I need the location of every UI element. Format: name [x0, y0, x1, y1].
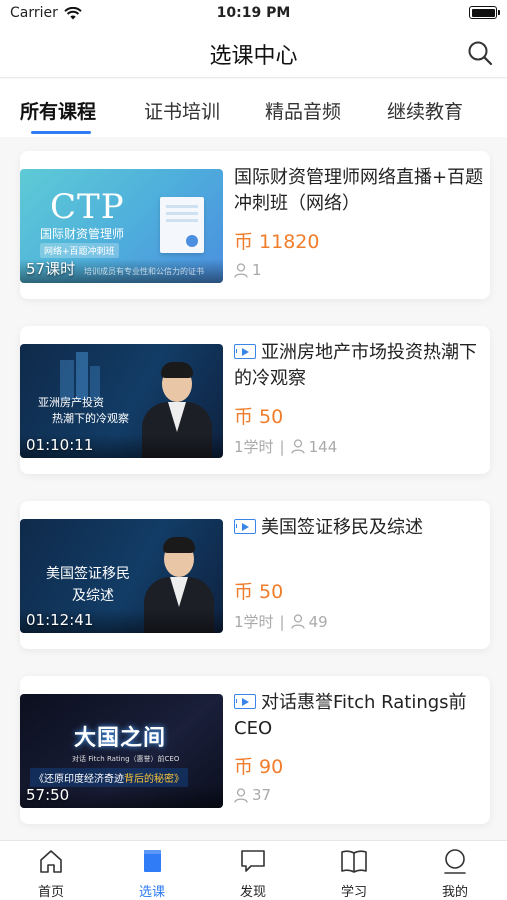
app-root: Carrier 10:19 PM 选课中心 所有课程 证书培训 精品音频 继续教…: [0, 0, 507, 900]
tabbar-label: 首页: [37, 885, 64, 900]
home-icon: [40, 850, 62, 873]
course-card[interactable]: 美国签证移民 及综述 01:12:41 美国签证移民及综述 币 50 1学时 | …: [20, 501, 490, 649]
currency-label: 币: [234, 406, 254, 428]
tab-certificate-training[interactable]: 证书培训: [144, 97, 220, 124]
thumb-caption: 培训成员有专业性和公信力的证书: [84, 267, 204, 276]
course-thumbnail: 美国签证移民 及综述 01:12:41: [20, 519, 223, 633]
tabbar-item-home[interactable]: 首页: [21, 847, 81, 900]
thumb-subtitle: 热潮下的冷观察: [52, 412, 129, 425]
course-info: 国际财资管理师网络直播+百题冲刺班（网络）: [234, 165, 484, 217]
video-icon: [234, 344, 256, 359]
student-count: 144: [308, 437, 338, 456]
credit-hours: 1学时: [234, 438, 274, 456]
tab-active-indicator: [31, 131, 91, 134]
battery-icon: [469, 6, 500, 19]
student-count: 49: [308, 612, 328, 631]
tab-premium-audio[interactable]: 精品音频: [265, 97, 341, 124]
tabbar-label: 学习: [340, 885, 367, 900]
course-info: 亚洲房地产市场投资热潮下的冷观察: [234, 340, 484, 392]
course-price: 币 50: [234, 402, 283, 429]
open-book-icon: [341, 850, 367, 873]
category-tabs: 所有课程 证书培训 精品音频 继续教育: [0, 79, 507, 137]
tab-all-courses[interactable]: 所有课程: [20, 97, 96, 124]
user-icon: [290, 439, 305, 454]
tabbar-label: 发现: [239, 885, 266, 900]
course-price: 币 11820: [234, 227, 319, 254]
tabbar-item-courses[interactable]: 选课: [122, 847, 182, 900]
course-card[interactable]: 大国之间 对话 Fitch Rating（惠誉）前CEO 《还原印度经济奇迹背后…: [20, 676, 490, 824]
status-bar: Carrier 10:19 PM: [0, 0, 507, 28]
price-value: 50: [259, 581, 284, 603]
search-icon[interactable]: [467, 40, 493, 66]
course-meta: 1学时 | 49: [234, 612, 328, 632]
thumb-title: 美国签证移民: [46, 566, 130, 582]
video-duration: 57:50: [26, 786, 70, 804]
course-price: 币 90: [234, 752, 283, 779]
thumb-title: 亚洲房产投资: [38, 396, 104, 409]
tabbar-label: 我的: [441, 885, 468, 900]
thumb-subtitle: 及综述: [72, 588, 114, 604]
thumb-tag: 对话 Fitch Rating（惠誉）前CEO: [72, 755, 180, 763]
course-meta: 1学时 | 144: [234, 437, 338, 457]
course-card[interactable]: CTP 国际财资管理师 网络+百题冲刺班 培训成员有专业性和公信力的证书 57课…: [20, 151, 490, 299]
course-card[interactable]: 亚洲房产投资 热潮下的冷观察 01:10:11 亚洲房地产市场投资热潮下的冷观察…: [20, 326, 490, 474]
book-icon: [144, 850, 161, 872]
thumb-title: CTP: [50, 187, 125, 227]
user-icon: [234, 262, 248, 278]
currency-label: 币: [234, 231, 254, 253]
chat-icon: [241, 850, 265, 872]
student-count: 37: [252, 786, 272, 804]
video-icon: [234, 519, 256, 534]
course-title: 对话惠誉Fitch Ratings前CEO: [234, 692, 467, 739]
currency-label: 币: [234, 581, 254, 603]
user-icon: [290, 614, 305, 629]
price-value: 50: [259, 406, 284, 428]
certificate-icon: [160, 197, 204, 253]
price-value: 90: [259, 756, 284, 778]
price-value: 11820: [259, 231, 320, 253]
tabbar-item-mine[interactable]: 我的: [425, 847, 485, 900]
tab-continuing-education[interactable]: 继续教育: [387, 97, 463, 124]
course-title: 国际财资管理师网络直播+百题冲刺班（网络）: [234, 167, 484, 214]
page-title: 选课中心: [209, 44, 298, 69]
course-thumbnail: CTP 国际财资管理师 网络+百题冲刺班 培训成员有专业性和公信力的证书 57课…: [20, 169, 223, 283]
course-thumbnail: 大国之间 对话 Fitch Rating（惠誉）前CEO 《还原印度经济奇迹背后…: [20, 694, 223, 808]
thumb-tag: 网络+百题冲刺班: [40, 243, 119, 258]
video-duration: 01:12:41: [26, 611, 94, 629]
credit-hours: 1学时: [234, 613, 274, 631]
course-info: 对话惠誉Fitch Ratings前CEO: [234, 690, 484, 742]
user-icon: [444, 849, 466, 874]
course-price: 币 50: [234, 577, 283, 604]
course-meta: 37: [234, 786, 271, 804]
course-title: 美国签证移民及综述: [234, 515, 484, 541]
user-icon: [234, 787, 248, 803]
currency-label: 币: [234, 756, 254, 778]
video-duration: 01:10:11: [26, 436, 94, 454]
thumb-subtitle: 国际财资管理师: [40, 227, 125, 241]
thumb-title: 大国之间: [74, 726, 167, 751]
lesson-count: 57课时: [26, 260, 76, 278]
course-info: 美国签证移民及综述: [234, 515, 484, 541]
course-meta: 1: [234, 261, 262, 279]
course-title: 亚洲房地产市场投资热潮下的冷观察: [234, 342, 477, 389]
bottom-tab-bar: 首页 选课 发现 学习 我的: [0, 840, 507, 900]
tabbar-item-discover[interactable]: 发现: [223, 847, 283, 900]
tabbar-label: 选课: [138, 885, 165, 900]
nav-bar: 选课中心: [0, 28, 507, 78]
status-time: 10:19 PM: [216, 5, 291, 21]
course-thumbnail: 亚洲房产投资 热潮下的冷观察 01:10:11: [20, 344, 223, 458]
tabbar-item-study[interactable]: 学习: [324, 847, 384, 900]
video-icon: [234, 694, 256, 709]
student-count: 1: [252, 261, 262, 279]
